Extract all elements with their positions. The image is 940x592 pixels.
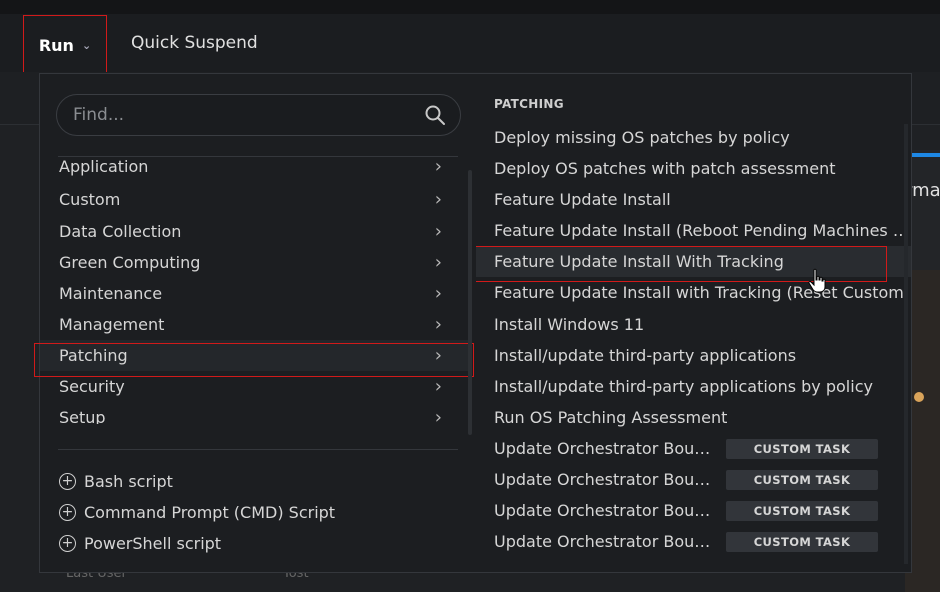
script-label: PowerShell script <box>84 533 222 553</box>
category-label: Application <box>59 158 149 176</box>
task-label: Feature Update Install <box>494 190 671 209</box>
task-label: Update Orchestrator Bounc... <box>494 532 718 551</box>
task-item[interactable]: Feature Update Install with Tracking (Re… <box>476 277 911 308</box>
chevron-right-icon: › <box>434 158 442 177</box>
category-label: Security <box>59 377 125 396</box>
category-label: Patching <box>59 346 128 365</box>
run-label: Run <box>38 35 74 55</box>
category-item-custom[interactable]: Custom › <box>40 184 470 215</box>
task-item[interactable]: Install/update third-party applications … <box>476 371 911 402</box>
task-label: Update Orchestrator Bounc... <box>494 501 718 520</box>
custom-task-badge: CUSTOM TASK <box>726 469 878 490</box>
task-label: Deploy missing OS patches by policy <box>494 128 790 147</box>
powershell-script-item[interactable]: + PowerShell script <box>59 529 221 557</box>
task-item[interactable]: Update Orchestrator Bounc... CUSTOM TASK <box>476 495 911 526</box>
chevron-right-icon: › <box>434 345 442 366</box>
divider <box>58 156 458 157</box>
category-label: Green Computing <box>59 253 201 272</box>
script-label: Bash script <box>84 471 173 491</box>
task-label: Update Orchestrator Bounc... <box>494 470 718 489</box>
task-item[interactable]: Update Orchestrator Bouncer CUSTOM TASK <box>476 433 911 464</box>
window-strip <box>0 0 940 14</box>
submenu-heading: PATCHING <box>494 97 564 111</box>
chevron-right-icon: › <box>434 314 442 335</box>
background-image-detail <box>914 392 924 402</box>
plus-circle-icon: + <box>59 503 76 521</box>
task-label: Install Windows 11 <box>494 315 645 334</box>
task-label: Feature Update Install with Tracking (Re… <box>494 283 904 302</box>
task-label: Install/update third-party applications <box>494 346 797 365</box>
custom-task-badge: CUSTOM TASK <box>726 531 878 552</box>
category-item-green-computing[interactable]: Green Computing › <box>40 247 470 278</box>
chevron-right-icon: › <box>434 221 442 242</box>
task-item[interactable]: Feature Update Install (Reboot Pending M… <box>476 215 912 246</box>
task-label: Install/update third-party applications … <box>494 377 873 396</box>
run-menu-button[interactable]: Run ⌄ <box>23 15 107 75</box>
script-label: Command Prompt (CMD) Script <box>84 502 336 522</box>
plus-circle-icon: + <box>59 534 76 552</box>
bash-script-item[interactable]: + Bash script <box>59 467 173 495</box>
quick-suspend-button[interactable]: Quick Suspend <box>131 33 258 53</box>
category-item-patching[interactable]: Patching › <box>40 340 470 371</box>
search-input[interactable] <box>71 104 424 126</box>
chevron-right-icon: › <box>434 407 442 424</box>
search-box[interactable] <box>56 94 461 136</box>
task-item[interactable]: Feature Update Install <box>476 184 911 215</box>
chevron-right-icon: › <box>434 189 442 210</box>
task-label: Deploy OS patches with patch assessment <box>494 159 836 178</box>
task-item[interactable]: Run OS Patching Assessment <box>476 402 911 433</box>
category-item-data-collection[interactable]: Data Collection › <box>40 216 470 247</box>
task-item[interactable]: Install Windows 11 <box>476 309 911 340</box>
category-label: Custom <box>59 190 121 209</box>
task-label: Feature Update Install (Reboot Pending M… <box>494 221 912 240</box>
divider <box>58 449 458 450</box>
task-label: Run OS Patching Assessment <box>494 408 728 427</box>
category-item-security[interactable]: Security › <box>40 371 470 402</box>
category-item-application[interactable]: Application › <box>40 158 470 182</box>
search-icon[interactable] <box>424 104 446 126</box>
scrollbar[interactable] <box>468 170 472 435</box>
category-label: Setup <box>59 408 106 424</box>
custom-task-badge: CUSTOM TASK <box>726 500 878 521</box>
scrollbar[interactable] <box>904 124 908 564</box>
category-label: Data Collection <box>59 222 182 241</box>
category-item-setup[interactable]: Setup › <box>40 402 470 424</box>
task-label: Feature Update Install With Tracking <box>494 252 784 271</box>
task-item[interactable]: Deploy missing OS patches by policy <box>476 122 911 153</box>
run-dropdown-panel: Application › Custom › Data Collection › Gr… <box>34 73 477 573</box>
task-item[interactable]: Update Orchestrator Bounc... CUSTOM TASK <box>476 464 911 495</box>
chevron-right-icon: › <box>434 252 442 273</box>
plus-circle-icon: + <box>59 472 76 490</box>
hand-pointer-icon <box>808 268 826 293</box>
task-item[interactable]: Install/update third-party applications <box>476 340 911 371</box>
chevron-right-icon: › <box>434 283 442 304</box>
category-label: Maintenance <box>59 284 163 303</box>
category-item-maintenance[interactable]: Maintenance › <box>40 278 470 309</box>
category-label: Management <box>59 315 165 334</box>
category-list: Application › Custom › Data Collection › Gr… <box>40 158 470 424</box>
task-item[interactable]: Deploy OS patches with patch assessment <box>476 153 911 184</box>
cmd-script-item[interactable]: + Command Prompt (CMD) Script <box>59 498 335 526</box>
chevron-down-icon: ⌄ <box>81 38 92 52</box>
chevron-right-icon: › <box>434 376 442 397</box>
task-item-hovered[interactable]: Feature Update Install With Tracking <box>476 246 911 277</box>
category-item-management[interactable]: Management › <box>40 309 470 340</box>
task-label: Update Orchestrator Bouncer <box>494 439 718 458</box>
task-item[interactable]: Update Orchestrator Bounc... CUSTOM TASK <box>476 526 911 557</box>
custom-task-badge: CUSTOM TASK <box>726 438 878 459</box>
patching-submenu: PATCHING Deploy missing OS patches by po… <box>476 73 912 573</box>
